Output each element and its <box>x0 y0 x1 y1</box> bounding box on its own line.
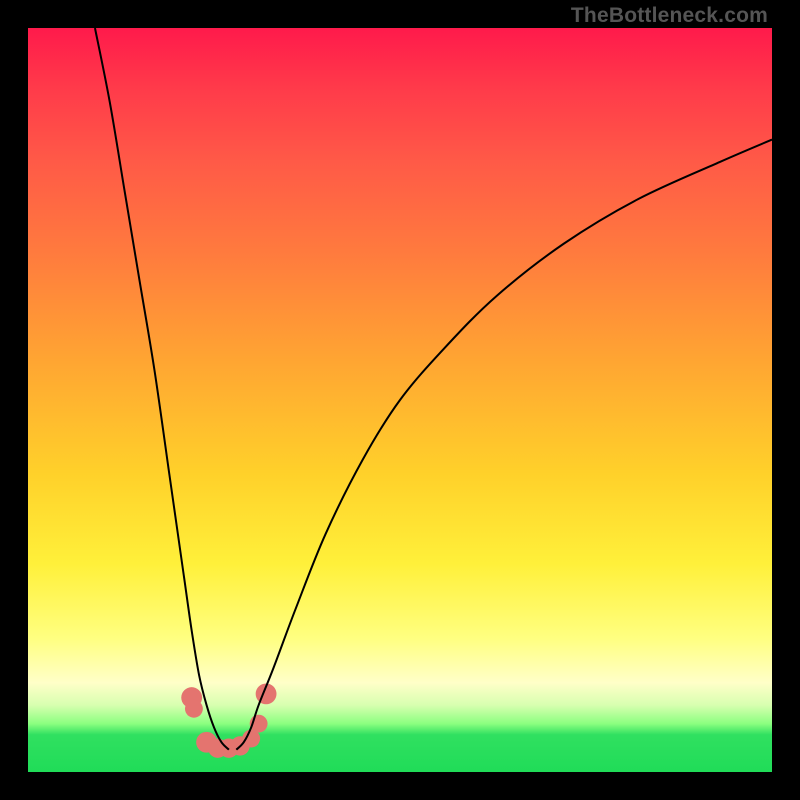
watermark-text: TheBottleneck.com <box>571 4 768 28</box>
chart-frame <box>28 28 772 772</box>
chart-svg <box>28 28 772 772</box>
curve-right-branch <box>236 140 772 750</box>
valley-marker <box>185 700 203 718</box>
curve-left-branch <box>95 28 229 750</box>
